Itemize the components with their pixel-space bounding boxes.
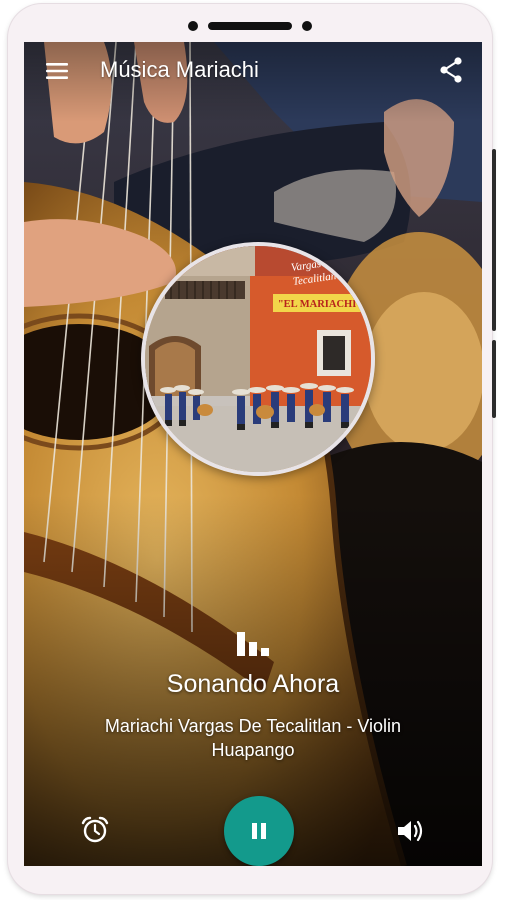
album-art: "EL MARIACHI" Vargas de Tecalitlan [141,242,375,476]
camera-dot [188,21,198,31]
app-title: Música Mariachi [100,57,259,82]
app-screen: Música Mariachi "EL MARIACHI" Vargas de … [24,42,482,866]
pause-icon [252,823,266,839]
track-title: Mariachi Vargas De Tecalitlan - Violin H… [104,716,402,760]
side-button-power [492,340,496,418]
pause-button[interactable] [224,796,294,866]
sensor-dot [302,21,312,31]
equalizer-icon [235,630,271,658]
phone-frame: Música Mariachi "EL MARIACHI" Vargas de … [8,4,496,894]
alarm-clock-icon[interactable] [80,815,110,845]
speaker-grill [208,22,292,30]
side-button-volume [492,149,496,331]
album-art-image: "EL MARIACHI" Vargas de Tecalitlan [145,246,371,472]
phone-speaker [8,18,492,34]
svg-text:"EL MARIACHI": "EL MARIACHI" [278,299,362,310]
share-icon[interactable] [438,56,464,84]
volume-icon[interactable] [395,817,425,845]
app-bar: Música Mariachi [24,42,482,100]
hamburger-menu-icon[interactable] [44,59,70,83]
now-playing-heading: Sonando Ahora [166,670,340,698]
